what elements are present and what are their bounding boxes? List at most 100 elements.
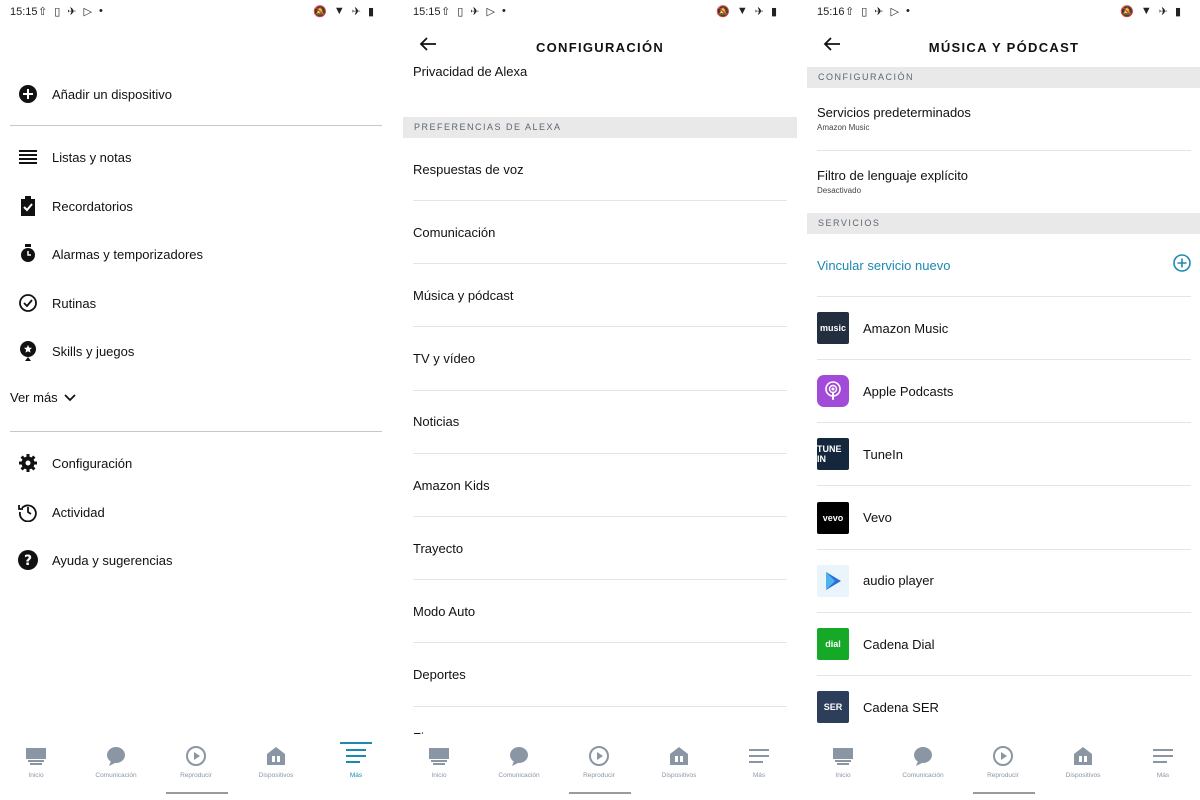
tab-label: Reproducir — [987, 772, 1019, 779]
settings-list-item[interactable]: Deportes — [413, 644, 787, 707]
tab-home[interactable]: Inicio — [6, 744, 66, 779]
settings-list-item-label: Respuestas de voz — [413, 161, 524, 177]
tab-devices[interactable]: Dispositivos — [1053, 744, 1113, 779]
help-item[interactable]: ? Ayuda y sugerencias — [10, 540, 382, 580]
notification-icons: ⇧ ▯ ✈ ▷ • — [441, 5, 506, 18]
tab-play[interactable]: Reproducir — [166, 744, 226, 779]
tab-more[interactable]: Más — [1133, 744, 1193, 779]
tab-label: Comunicación — [498, 772, 540, 779]
link-new-service[interactable]: Vincular servicio nuevo — [817, 235, 1191, 297]
activity-label: Actividad — [52, 504, 105, 520]
tab-play[interactable]: Reproducir — [973, 744, 1033, 779]
settings-list-item[interactable]: Música y pódcast — [413, 264, 787, 328]
bottom-nav: Inicio Comunicación Reproducir Dispositi… — [807, 734, 1200, 800]
skills-item[interactable]: Skills y juegos — [10, 331, 382, 371]
service-logo-icon: vevo — [817, 501, 849, 534]
tab-label: Reproducir — [583, 772, 615, 779]
divider — [10, 125, 382, 126]
status-time: 15:16 — [817, 6, 845, 18]
devices-house-icon — [246, 744, 306, 768]
reminders-item[interactable]: Recordatorios — [10, 186, 382, 226]
service-item[interactable]: TUNE IN TuneIn — [817, 423, 1191, 487]
tab-label: Inicio — [835, 772, 851, 779]
add-device-label: Añadir un dispositivo — [52, 86, 172, 102]
service-item[interactable]: music Amazon Music — [817, 297, 1191, 360]
settings-list-item[interactable]: Comunicación — [413, 201, 787, 265]
tab-label: Dispositivos — [258, 772, 294, 779]
tab-communication[interactable]: Comunicación — [86, 744, 146, 779]
home-icon — [813, 744, 873, 768]
home-indicator[interactable] — [166, 792, 228, 794]
home-indicator[interactable] — [973, 792, 1035, 794]
settings-list-item-label: Amazon Kids — [413, 477, 490, 493]
alexa-privacy-item[interactable]: Privacidad de Alexa — [413, 64, 527, 79]
settings-item[interactable]: Configuración — [10, 443, 382, 483]
settings-list-item[interactable]: Respuestas de voz — [413, 138, 787, 201]
add-device-item[interactable]: Añadir un dispositivo — [10, 74, 382, 114]
add-circle-icon — [1173, 254, 1191, 277]
menu-lines-icon — [1133, 744, 1193, 768]
play-circle-icon — [569, 744, 629, 768]
tab-label: Comunicación — [902, 772, 944, 779]
alarms-item[interactable]: Alarmas y temporizadores — [10, 234, 382, 274]
service-item[interactable]: Apple Podcasts — [817, 360, 1191, 424]
home-indicator[interactable] — [569, 792, 631, 794]
tab-home[interactable]: Inicio — [409, 744, 469, 779]
service-logo-icon: music — [817, 312, 849, 344]
devices-house-icon — [1053, 744, 1113, 768]
default-services-item[interactable]: Servicios predeterminados Amazon Music — [817, 105, 1191, 151]
reminders-label: Recordatorios — [52, 198, 133, 214]
alarms-label: Alarmas y temporizadores — [52, 246, 203, 262]
help-circle-icon: ? — [18, 550, 38, 570]
service-item[interactable]: SER Cadena SER — [817, 676, 1191, 740]
service-item[interactable]: vevo Vevo — [817, 487, 1191, 550]
tab-more[interactable]: Más — [729, 744, 789, 779]
settings-list-item[interactable]: Trayecto — [413, 517, 787, 581]
settings-list-item-label: Comunicación — [413, 224, 496, 240]
routines-item[interactable]: Rutinas — [10, 283, 382, 323]
tab-label: Más — [1156, 772, 1170, 779]
settings-screen: 15:15 ⇧ ▯ ✈ ▷ • 🔕 ▼ ✈ ▮ CONFIGURACIÓN Privacida… — [403, 0, 797, 800]
home-icon — [409, 744, 469, 768]
menu-screen: 15:15 ⇧ ▯ ✈ ▷ • 🔕 ▼ ✈ ▮ Añadir un dispositivo L… — [0, 0, 394, 800]
lists-item[interactable]: Listas y notas — [10, 137, 382, 177]
help-label: Ayuda y sugerencias — [52, 552, 173, 568]
skills-label: Skills y juegos — [52, 343, 135, 359]
tab-communication[interactable]: Comunicación — [489, 744, 549, 779]
status-bar: 15:16 ⇧ ▯ ✈ ▷ • 🔕 ▼ ✈ ▮ — [807, 0, 1200, 24]
chat-bubble-icon — [893, 744, 953, 768]
menu-lines-icon — [729, 744, 789, 768]
service-item[interactable]: audio player — [817, 550, 1191, 613]
settings-list-item[interactable]: Modo Auto — [413, 580, 787, 644]
tab-play[interactable]: Reproducir — [569, 744, 629, 779]
settings-list-item-label: TV y vídeo — [413, 351, 476, 367]
settings-list-item[interactable]: Noticias — [413, 391, 787, 454]
system-icons: 🔕 ▼ ✈ ▮ — [313, 5, 374, 18]
tab-devices[interactable]: Dispositivos — [246, 744, 306, 779]
tab-more[interactable]: Más — [326, 742, 386, 779]
home-icon — [6, 744, 66, 768]
tab-label: Dispositivos — [661, 772, 697, 779]
settings-list-item[interactable]: TV y vídeo — [413, 328, 787, 391]
add-circle-icon — [18, 84, 38, 104]
tab-home[interactable]: Inicio — [813, 744, 873, 779]
service-name: audio player — [863, 573, 934, 589]
explicit-filter-value: Desactivado — [817, 186, 862, 195]
explicit-filter-item[interactable]: Filtro de lenguaje explícito Desactivado — [817, 168, 1191, 213]
page-header: CONFIGURACIÓN — [403, 32, 797, 62]
settings-list-item[interactable]: Amazon Kids — [413, 454, 787, 517]
tab-communication[interactable]: Comunicación — [893, 744, 953, 779]
tab-devices[interactable]: Dispositivos — [649, 744, 709, 779]
section-header: SERVICIOS — [807, 213, 1200, 234]
activity-item[interactable]: Actividad — [10, 492, 382, 532]
settings-list-item-label: Deportes — [413, 667, 466, 683]
system-icons: 🔕 ▼ ✈ ▮ — [716, 5, 777, 18]
routine-check-icon — [18, 293, 38, 313]
service-name: Vevo — [863, 510, 892, 526]
tab-label: Más — [752, 772, 766, 779]
music-podcast-screen: 15:16 ⇧ ▯ ✈ ▷ • 🔕 ▼ ✈ ▮ MÚSICA Y PÓDCAST CONFIG… — [807, 0, 1200, 800]
lists-label: Listas y notas — [52, 149, 132, 165]
service-logo-icon: TUNE IN — [817, 438, 849, 471]
see-more-toggle[interactable]: Ver más — [10, 390, 76, 405]
service-item[interactable]: dial Cadena Dial — [817, 613, 1191, 676]
